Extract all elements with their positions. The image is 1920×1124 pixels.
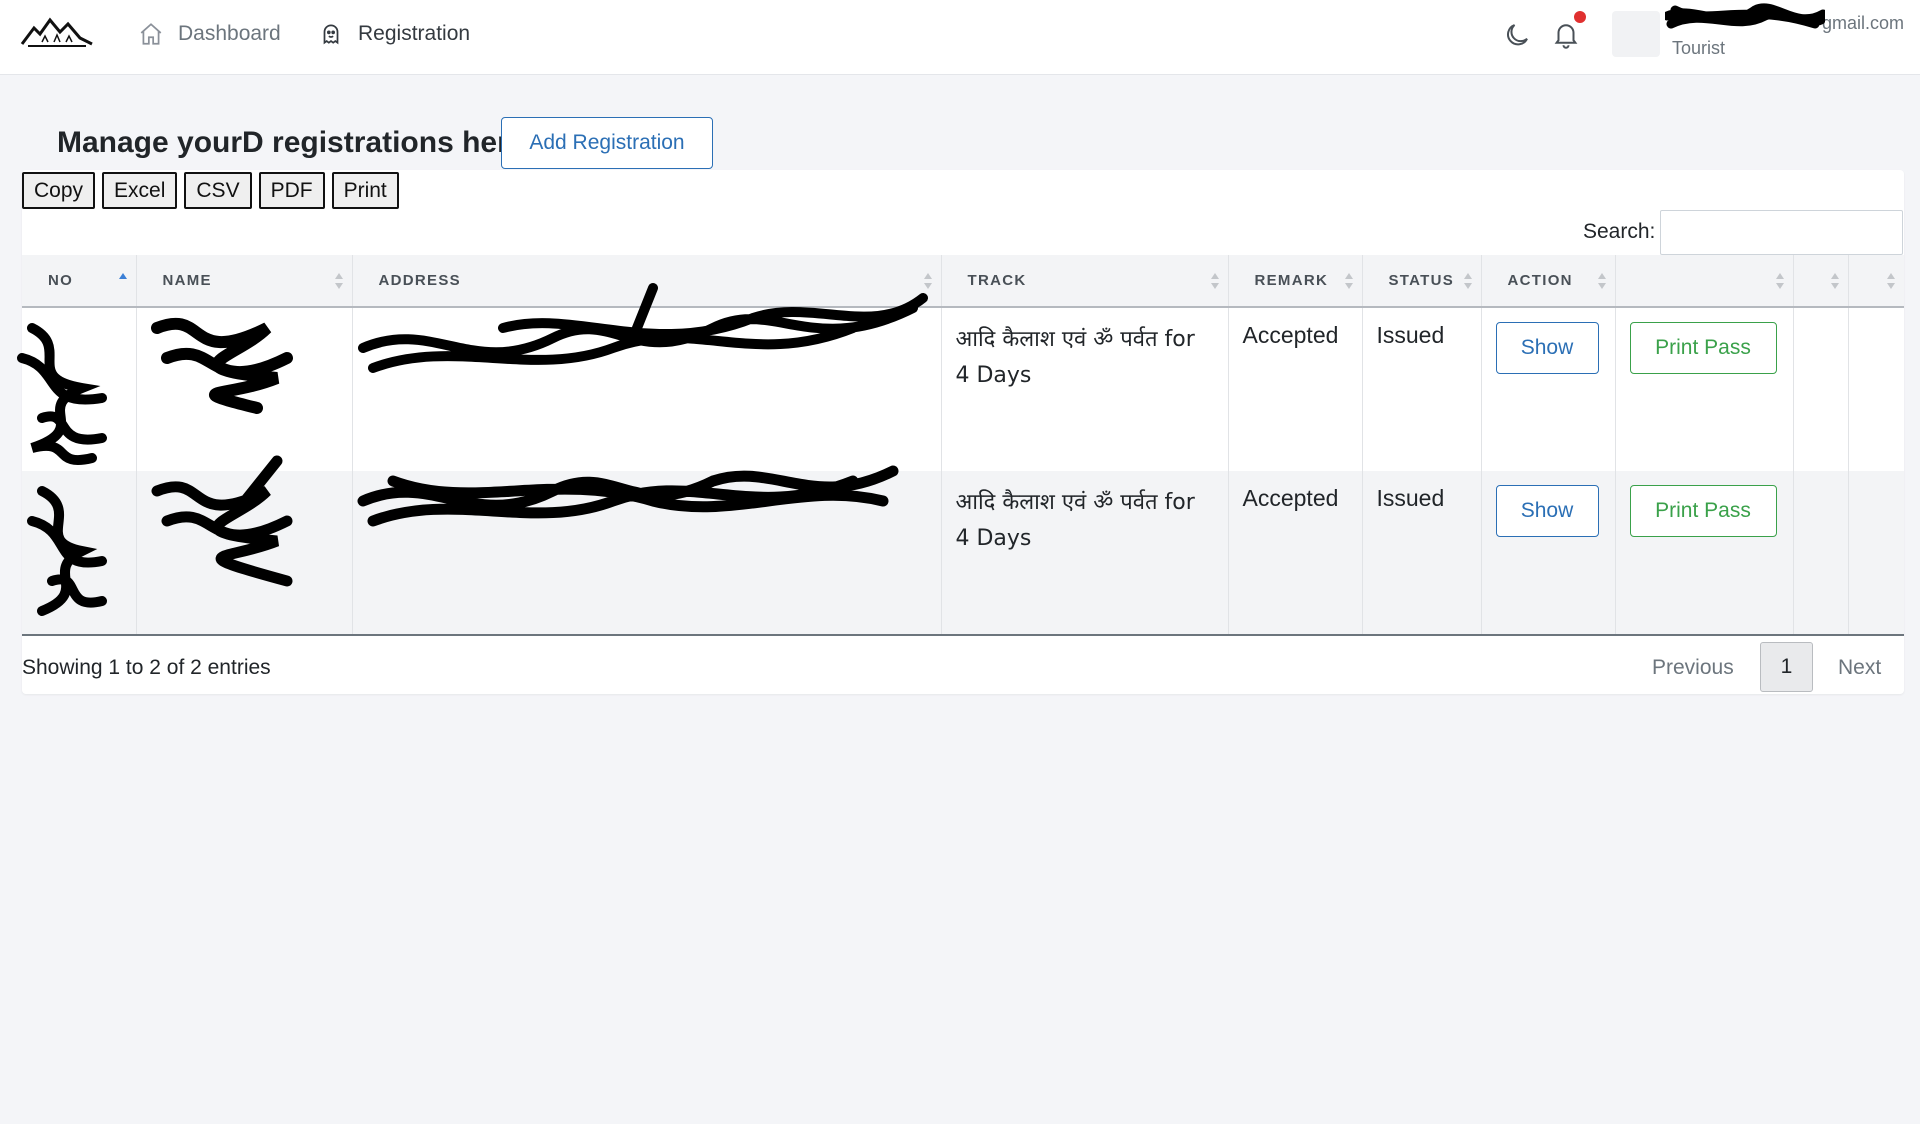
cell-no <box>22 471 137 636</box>
cell-empty <box>1848 471 1904 636</box>
moon-icon[interactable] <box>1502 20 1532 50</box>
column-header-action[interactable]: ACTION <box>1481 255 1616 308</box>
show-button[interactable]: Show <box>1495 485 1599 537</box>
cell-empty <box>1848 307 1904 471</box>
column-header-no[interactable]: NO <box>22 255 137 308</box>
print-button[interactable]: Print <box>331 172 399 209</box>
redaction-scribble <box>151 455 292 587</box>
sort-ascending-icon <box>118 273 127 279</box>
bell-icon[interactable] <box>1551 19 1581 49</box>
cell-name <box>136 307 353 471</box>
nav-registration-label: Registration <box>358 22 471 45</box>
pagination-page-1[interactable]: 1 <box>1760 642 1813 692</box>
cell-status: Issued <box>1362 307 1482 471</box>
show-button[interactable]: Show <box>1495 322 1599 374</box>
column-header-blank[interactable] <box>1615 255 1794 308</box>
column-header-remark[interactable]: REMARK <box>1228 255 1363 308</box>
csv-button[interactable]: CSV <box>184 172 252 209</box>
table-info: Showing 1 to 2 of 2 entries <box>22 656 271 679</box>
pdf-button[interactable]: PDF <box>258 172 325 209</box>
nav-dashboard-label: Dashboard <box>178 22 281 45</box>
nav-dashboard[interactable]: Dashboard <box>138 18 281 50</box>
pagination-next[interactable]: Next <box>1838 656 1881 680</box>
cell-remark: Accepted <box>1228 307 1363 471</box>
sort-icon <box>1597 273 1606 289</box>
user-role: Tourist <box>1672 38 1726 58</box>
print-pass-button[interactable]: Print Pass <box>1629 485 1777 537</box>
column-header-blank[interactable] <box>1848 255 1904 308</box>
cell-empty <box>1793 307 1849 471</box>
cell-address <box>352 465 942 636</box>
export-buttons: Copy Excel CSV PDF Print <box>22 172 406 209</box>
table-row: आदि कैलाश एवं ॐ पर्वत for 4 Days Accepte… <box>22 455 1904 636</box>
cell-address <box>352 283 942 471</box>
add-registration-button[interactable]: Add Registration <box>501 117 713 169</box>
cell-name <box>136 455 353 636</box>
sort-icon <box>923 273 932 289</box>
cell-print: Print Pass <box>1615 471 1794 636</box>
sort-icon <box>1887 273 1895 289</box>
excel-button[interactable]: Excel <box>102 172 178 209</box>
cell-track: आदि कैलाश एवं ॐ पर्वत for 4 Days <box>941 471 1229 636</box>
sort-icon <box>1210 273 1219 289</box>
redaction-scribble <box>27 486 107 616</box>
search-input[interactable] <box>1660 210 1903 255</box>
print-pass-button[interactable]: Print Pass <box>1629 322 1777 374</box>
sort-icon <box>1344 273 1353 289</box>
search-label: Search: <box>1583 220 1656 243</box>
redaction-scribble <box>17 323 107 465</box>
top-navbar: Dashboard Registration gmail.com Tourist <box>0 0 1920 75</box>
cell-no <box>17 307 137 471</box>
copy-button[interactable]: Copy <box>22 172 96 209</box>
page-title: Manage yourD registrations here <box>57 126 526 159</box>
sort-icon <box>1463 273 1472 289</box>
table-row: आदि कैलाश एवं ॐ पर्वत for 4 Days Accepte… <box>17 283 1904 471</box>
sort-icon <box>1830 273 1839 289</box>
home-icon <box>140 23 162 45</box>
mountain-logo-icon[interactable] <box>20 14 94 48</box>
user-email: gmail.com <box>1822 13 1905 33</box>
table-header-row: NO NAME ADDRESS TRACK REMARK STATUS ACTI… <box>22 255 1904 308</box>
cell-empty <box>1793 471 1849 636</box>
cell-remark: Accepted <box>1228 471 1363 636</box>
sort-icon <box>1775 273 1784 289</box>
notification-dot <box>1574 11 1586 23</box>
cell-print: Print Pass <box>1615 307 1794 471</box>
redaction-scribble <box>150 317 293 414</box>
cell-status: Issued <box>1362 471 1482 636</box>
column-header-status[interactable]: STATUS <box>1362 255 1482 308</box>
avatar[interactable] <box>1612 11 1660 57</box>
sort-icon <box>334 273 343 289</box>
ghost-icon <box>323 24 339 45</box>
nav-registration[interactable]: Registration <box>318 18 470 50</box>
pagination-previous[interactable]: Previous <box>1652 656 1734 680</box>
column-header-name[interactable]: NAME <box>136 255 353 308</box>
cell-track: आदि कैलाश एवं ॐ पर्वत for 4 Days <box>941 307 1229 471</box>
registrations-table: NO NAME ADDRESS TRACK REMARK STATUS ACTI… <box>17 255 1904 636</box>
column-header-address[interactable]: ADDRESS <box>352 255 942 308</box>
column-header-blank[interactable] <box>1793 255 1849 308</box>
cell-action: Show <box>1481 471 1616 636</box>
column-header-track[interactable]: TRACK <box>941 255 1229 308</box>
cell-action: Show <box>1481 307 1616 471</box>
